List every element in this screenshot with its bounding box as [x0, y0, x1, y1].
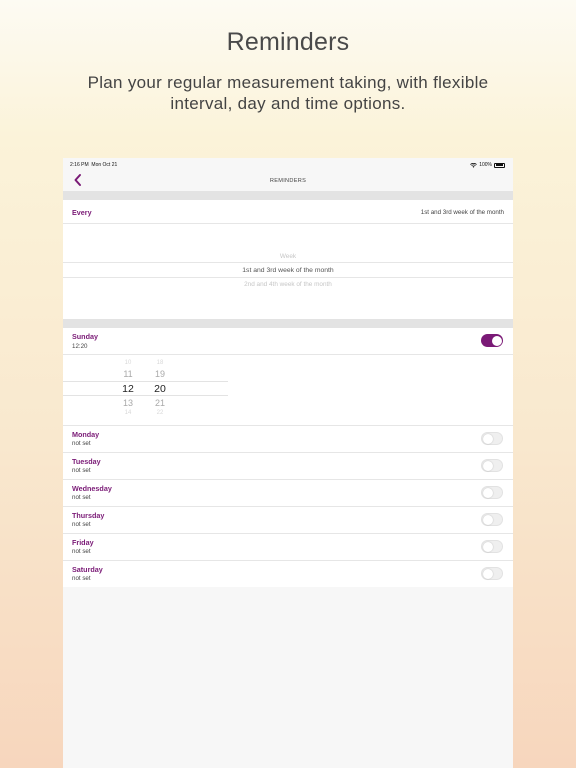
nav-bar: REMINDERS: [63, 172, 513, 191]
interval-option[interactable]: Week: [63, 253, 513, 260]
wifi-icon: [470, 162, 478, 168]
toggle-knob: [483, 542, 493, 552]
day-name: Friday: [72, 538, 94, 547]
status-time-date: 2:16 PM Mon Oct 21: [70, 162, 117, 168]
day-name: Sunday: [72, 332, 98, 341]
day-name: Tuesday: [72, 457, 101, 466]
hour-option[interactable]: 11: [118, 369, 138, 379]
day-row-monday[interactable]: Monday not set: [63, 426, 513, 452]
minute-option[interactable]: 18: [150, 360, 170, 366]
every-value[interactable]: 1st and 3rd week of the month: [421, 209, 504, 216]
day-row-thursday[interactable]: Thursday not set: [63, 507, 513, 533]
hour-option[interactable]: 14: [118, 410, 138, 416]
day-row-wednesday[interactable]: Wednesday not set: [63, 480, 513, 506]
section-gap: [63, 191, 513, 200]
battery-percent: 100%: [479, 162, 492, 168]
day-name: Thursday: [72, 511, 105, 520]
minute-option[interactable]: 19: [150, 369, 170, 379]
picker-selection-bottom: [63, 277, 513, 278]
status-date: Mon Oct 21: [91, 162, 118, 168]
wednesday-toggle[interactable]: [481, 486, 503, 499]
toggle-knob: [483, 488, 493, 498]
monday-toggle[interactable]: [481, 432, 503, 445]
marketing-subtitle: Plan your regular measurement taking, wi…: [87, 73, 489, 113]
picker-selection-top: [63, 262, 513, 263]
sunday-toggle[interactable]: [481, 334, 503, 347]
day-status: not set: [72, 494, 91, 501]
status-time: 2:16 PM: [70, 162, 89, 168]
day-name: Saturday: [72, 565, 103, 574]
day-row-friday[interactable]: Friday not set: [63, 534, 513, 560]
app-screen: 2:16 PM Mon Oct 21 100% REMINDERS Every …: [63, 158, 513, 768]
hour-option[interactable]: 10: [118, 360, 138, 366]
section-gap: [63, 319, 513, 328]
toggle-knob: [483, 515, 493, 525]
marketing-title: Reminders: [226, 28, 350, 56]
day-status: not set: [72, 467, 91, 474]
every-label: Every: [72, 208, 92, 217]
minute-selected[interactable]: 20: [150, 383, 170, 395]
interval-section: Every 1st and 3rd week of the month Week…: [63, 200, 513, 319]
day-name: Monday: [72, 430, 100, 439]
interval-option-selected[interactable]: 1st and 3rd week of the month: [63, 267, 513, 274]
day-status: not set: [72, 440, 91, 447]
day-status: not set: [72, 548, 91, 555]
toggle-knob: [483, 461, 493, 471]
hour-option[interactable]: 13: [118, 398, 138, 408]
day-row-tuesday[interactable]: Tuesday not set: [63, 453, 513, 479]
minute-option[interactable]: 21: [150, 398, 170, 408]
tuesday-toggle[interactable]: [481, 459, 503, 472]
minute-option[interactable]: 22: [150, 410, 170, 416]
toggle-knob: [483, 569, 493, 579]
status-right: 100%: [470, 162, 505, 168]
time-picker[interactable]: 10 11 12 13 14 18 19 20 21 22: [63, 355, 513, 425]
day-row-saturday[interactable]: Saturday not set: [63, 561, 513, 587]
battery-icon: [494, 162, 505, 168]
time-selection-top: [63, 381, 228, 382]
toggle-knob: [483, 434, 493, 444]
time-selection-bottom: [63, 395, 228, 396]
friday-toggle[interactable]: [481, 540, 503, 553]
day-row-sunday[interactable]: Sunday 12:20: [63, 328, 513, 354]
status-bar: 2:16 PM Mon Oct 21 100%: [63, 158, 513, 172]
toggle-knob: [491, 335, 502, 346]
day-name: Wednesday: [72, 484, 112, 493]
day-time: 12:20: [72, 343, 88, 350]
interval-option[interactable]: 2nd and 4th week of the month: [63, 281, 513, 288]
day-status: not set: [72, 521, 91, 528]
saturday-toggle[interactable]: [481, 567, 503, 580]
divider: [63, 223, 513, 224]
day-status: not set: [72, 575, 91, 582]
hour-selected[interactable]: 12: [118, 383, 138, 395]
nav-title: REMINDERS: [269, 178, 307, 184]
thursday-toggle[interactable]: [481, 513, 503, 526]
